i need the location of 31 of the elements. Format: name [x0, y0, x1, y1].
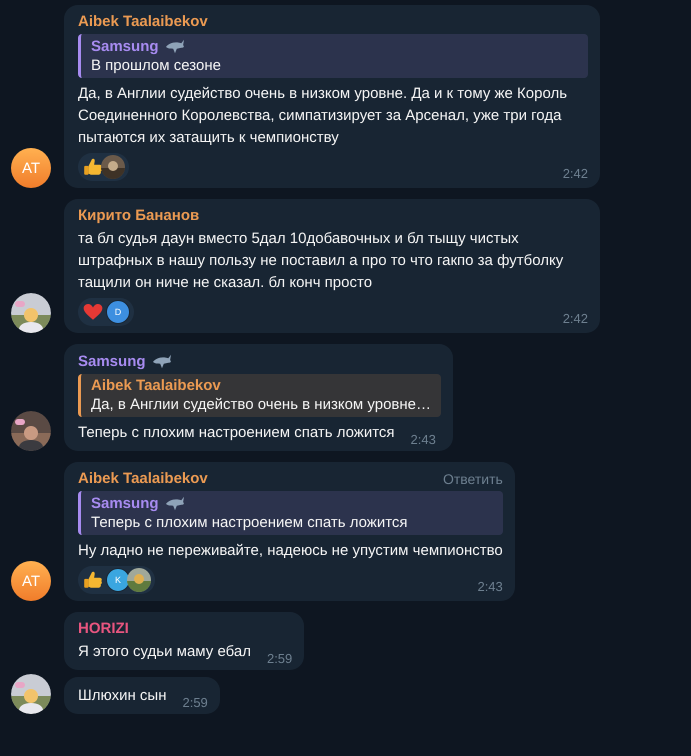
message-time: 2:43 — [410, 432, 436, 447]
message-time: 2:59 — [266, 651, 292, 666]
sender-name[interactable]: Кирито Бананов — [78, 207, 200, 224]
message-text: та бл судья даун вместо 5дал 10добавочных и бл тыщу чистых штрафных в нашу пользу не поставил а про то что гакпо за футболку тащили он ниче не сказал. бл конч просто — [78, 229, 564, 293]
message-time: 2:43 — [477, 579, 503, 594]
quoted-sender: Samsung — [91, 494, 159, 512]
quoted-sender: Aibek Taalaibekov — [91, 377, 221, 394]
sender-name[interactable]: Aibek Taalaibekov — [78, 470, 208, 487]
message-text: Я этого судьи маму ебал — [78, 642, 251, 662]
sender-name[interactable]: HORIZI — [78, 620, 129, 637]
quoted-text: Теперь с плохим настроением спать ложится — [91, 514, 409, 531]
reactor-avatar: D — [106, 300, 130, 324]
reply-quote[interactable]: Samsung В прошлом сезоне — [78, 34, 588, 78]
message-time: 2:42 — [562, 166, 588, 181]
sender-name[interactable]: Aibek Taalaibekov — [78, 13, 208, 30]
quoted-text: Да, в Англии судейство очень в низком уровне… — [91, 396, 432, 413]
sender-name[interactable]: Samsung — [78, 352, 146, 370]
message-text: Да, в Англии судейство очень в низком уровне. Да и к тому же Король Соединенного Королевства, симпатизирует за Арсенал, уже три года пытаются их затащить к чемпионству — [78, 84, 568, 148]
message-text: Теперь с плохим настроением спать ложится — [78, 423, 395, 443]
reactor-avatar: K — [106, 568, 130, 592]
reply-quote[interactable]: Aibek Taalaibekov Да, в Англии судейство очень в низком уровне… — [78, 374, 442, 417]
message-time: 2:42 — [562, 311, 588, 326]
reaction-pill[interactable] — [78, 153, 129, 181]
quoted-text: В прошлом сезоне — [91, 57, 222, 74]
reaction-pill[interactable]: D — [78, 298, 134, 326]
message-text: Шлюхин сын — [78, 686, 166, 706]
message-time: 2:59 — [182, 695, 208, 710]
reply-link[interactable]: Ответить — [402, 470, 503, 486]
reply-quote[interactable]: Samsung Теперь с плохим настроением спать ложится — [78, 491, 503, 535]
quoted-sender: Samsung — [91, 38, 159, 54]
message-text: Ну ладно не переживайте, надеюсь не упустим чемпионство — [78, 541, 503, 561]
